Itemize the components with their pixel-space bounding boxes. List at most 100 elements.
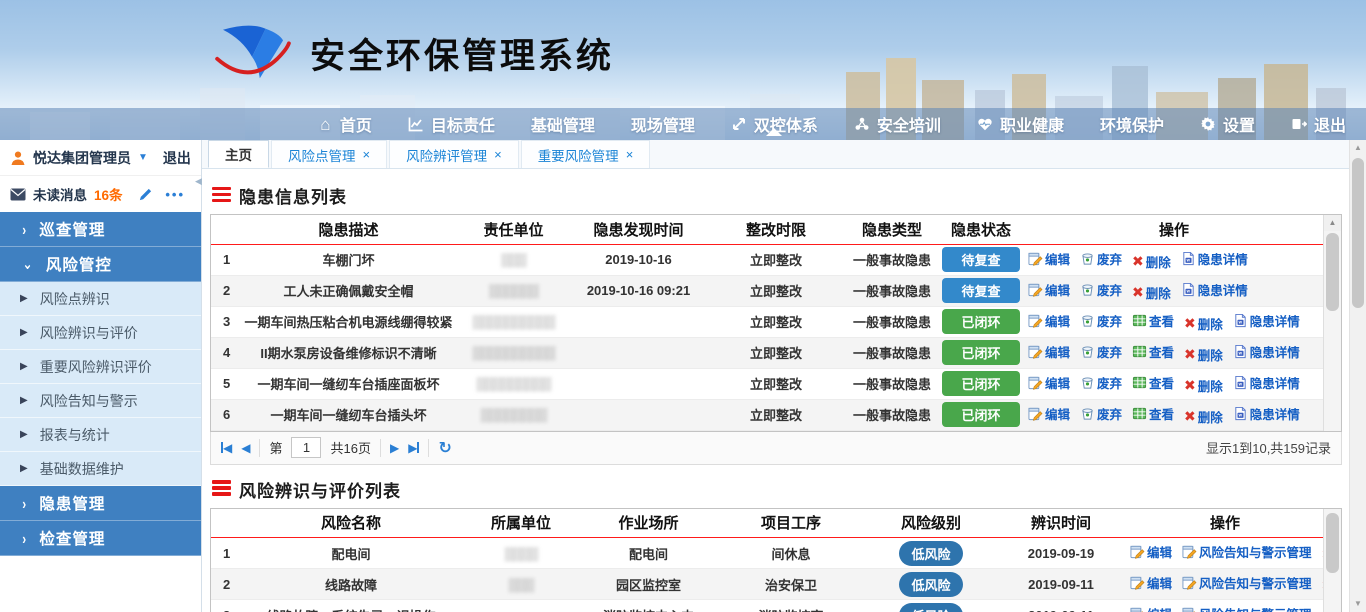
sidebar-item-风险告知与警示[interactable]: ▶风险告知与警示 (0, 384, 201, 418)
action-废弃[interactable]: 废弃 (1080, 280, 1122, 299)
action-删除[interactable]: ✖删除 (1184, 345, 1223, 364)
nav-item-目标责任[interactable]: 目标责任 (408, 112, 495, 136)
discard-icon (1080, 282, 1095, 297)
nav-item-设置[interactable]: 设置 (1200, 112, 1255, 136)
action-编辑[interactable]: 编辑 (1028, 373, 1070, 392)
action-废弃[interactable]: 废弃 (1080, 373, 1122, 392)
action-隐患详情[interactable]: w隐患详情 (1181, 249, 1248, 268)
risk-level-badge[interactable]: 低风险 (866, 538, 996, 569)
action-废弃[interactable]: 废弃 (1080, 342, 1122, 361)
sidebar-item-风险点辨识[interactable]: ▶风险点辨识 (0, 282, 201, 316)
status-badge[interactable]: 已闭环 (938, 399, 1024, 430)
action-编辑[interactable]: 编辑 (1028, 249, 1070, 268)
status-badge[interactable]: 已闭环 (938, 368, 1024, 399)
scroll-up-icon[interactable]: ▲ (1350, 140, 1366, 156)
tab-重要风险管理[interactable]: 重要风险管理× (521, 140, 651, 168)
action-风险告知与警示管理[interactable]: 风险告知与警示管理 (1182, 542, 1312, 561)
nav-item-职业健康[interactable]: 职业健康 (977, 112, 1064, 136)
nav-item-现场管理[interactable]: 现场管理 (631, 112, 695, 136)
pencil-icon[interactable] (138, 187, 153, 202)
detail-icon: w (1233, 406, 1248, 421)
sidebar-item-隐患管理[interactable]: ›隐患管理 (0, 486, 201, 521)
close-icon[interactable]: × (626, 147, 634, 162)
prev-page-button[interactable]: ◀ (241, 442, 250, 454)
first-page-button[interactable]: ◀ (221, 442, 232, 454)
sidebar-collapse-handle[interactable]: ◀ (195, 168, 202, 194)
table-row: 3一期车间热压粘合机电源线绷得较紧▒▒▒▒▒▒▒▒▒▒立即整改一般事故隐患已闭环… (211, 306, 1324, 337)
action-隐患详情[interactable]: w隐患详情 (1233, 311, 1300, 330)
sidebar-item-风险管控[interactable]: ⌄风险管控 (0, 247, 201, 282)
sidebar-item-报表与统计[interactable]: ▶报表与统计 (0, 418, 201, 452)
nav-item-安全培训[interactable]: 安全培训 (854, 112, 941, 136)
hazard-table-scrollbar[interactable]: ▲ (1323, 215, 1341, 431)
home-icon: ⌂ (317, 116, 334, 133)
sidebar-logout-link[interactable]: 退出 (163, 148, 191, 168)
sidebar-item-巡查管理[interactable]: ›巡查管理 (0, 212, 201, 247)
action-隐患详情[interactable]: w隐患详情 (1233, 404, 1300, 423)
action-废弃[interactable]: 废弃 (1080, 311, 1122, 330)
nav-item-退出[interactable]: 退出 (1291, 112, 1346, 136)
hazard-type: 一般事故隐患 (846, 244, 938, 275)
nav-item-双控体系[interactable]: 双控体系 (731, 112, 818, 136)
close-icon[interactable]: × (363, 147, 371, 162)
action-查看[interactable]: 查看 (1132, 342, 1174, 361)
sidebar-item-检查管理[interactable]: ›检查管理 (0, 521, 201, 556)
sidebar-item-基础数据维护[interactable]: ▶基础数据维护 (0, 452, 201, 486)
action-删除[interactable]: ✖删除 (1184, 314, 1223, 333)
action-删除[interactable]: ✖删除 (1132, 283, 1171, 302)
page-number-input[interactable] (291, 437, 321, 458)
more-options-icon[interactable]: ••• (165, 187, 185, 202)
tab-风险点管理[interactable]: 风险点管理× (271, 140, 387, 168)
nav-item-环境保护[interactable]: 环境保护 (1100, 112, 1164, 136)
risk-table-scrollbar[interactable]: ▼ (1323, 509, 1341, 612)
status-badge[interactable]: 已闭环 (938, 306, 1024, 337)
action-查看[interactable]: 查看 (1132, 311, 1174, 330)
window-scrollbar[interactable]: ▲ ▼ (1349, 140, 1366, 612)
risk-level-badge[interactable]: 低风险 (866, 569, 996, 600)
status-badge[interactable]: 待复查 (938, 244, 1024, 275)
scroll-up-icon[interactable]: ▲ (1324, 215, 1341, 231)
action-废弃[interactable]: 废弃 (1080, 249, 1122, 268)
action-删除[interactable]: ✖删除 (1184, 376, 1223, 395)
status-badge[interactable]: 待复查 (938, 275, 1024, 306)
nav-item-首页[interactable]: ⌂首页 (317, 112, 372, 136)
action-删除[interactable]: ✖删除 (1184, 407, 1223, 426)
action-废弃[interactable]: 废弃 (1080, 404, 1122, 423)
action-隐患详情[interactable]: w隐患详情 (1181, 280, 1248, 299)
refresh-icon[interactable]: ↻ (438, 438, 451, 458)
action-编辑[interactable]: 编辑 (1028, 311, 1070, 330)
responsible-unit: ▒▒▒ (456, 244, 571, 275)
status-badge[interactable]: 已闭环 (938, 337, 1024, 368)
action-查看[interactable]: 查看 (1132, 373, 1174, 392)
view-icon (1132, 344, 1147, 359)
action-编辑[interactable]: 编辑 (1130, 604, 1172, 612)
action-隐患详情[interactable]: w隐患详情 (1233, 342, 1300, 361)
risk-level-badge[interactable]: 低风险 (866, 600, 996, 612)
action-编辑[interactable]: 编辑 (1028, 404, 1070, 423)
tab-主页[interactable]: 主页 (208, 140, 269, 168)
triangle-right-icon: ▶ (20, 361, 28, 372)
triangle-right-icon: ▶ (20, 429, 28, 440)
unread-messages-count[interactable]: 16条 (94, 184, 123, 204)
sidebar-item-风险辨识与评价[interactable]: ▶风险辨识与评价 (0, 316, 201, 350)
action-编辑[interactable]: 编辑 (1028, 280, 1070, 299)
nav-item-基础管理[interactable]: 基础管理 (531, 112, 595, 136)
action-查看[interactable]: 查看 (1132, 404, 1174, 423)
action-编辑[interactable]: 编辑 (1130, 573, 1172, 592)
user-caret-icon[interactable]: ▼ (138, 152, 148, 163)
sidebar-item-重要风险辨识评价[interactable]: ▶重要风险辨识评价 (0, 350, 201, 384)
last-page-button[interactable]: ▶ (408, 442, 419, 454)
unread-messages-label[interactable]: 未读消息 (33, 184, 87, 204)
tab-风险辨评管理[interactable]: 风险辨评管理× (389, 140, 519, 168)
close-icon[interactable]: × (494, 147, 502, 162)
action-删除[interactable]: ✖删除 (1132, 252, 1171, 271)
scroll-down-icon[interactable]: ▼ (1350, 596, 1366, 612)
action-风险告知与警示管理[interactable]: 风险告知与警示管理 (1182, 573, 1312, 592)
user-name[interactable]: 悦达集团管理员 (33, 148, 131, 168)
action-隐患详情[interactable]: w隐患详情 (1233, 373, 1300, 392)
action-编辑[interactable]: 编辑 (1130, 542, 1172, 561)
next-page-button[interactable]: ▶ (390, 442, 399, 454)
action-风险告知与警示管理[interactable]: 风险告知与警示管理 (1182, 604, 1312, 612)
hazard-section-title-text: 隐患信息列表 (239, 183, 347, 208)
action-编辑[interactable]: 编辑 (1028, 342, 1070, 361)
